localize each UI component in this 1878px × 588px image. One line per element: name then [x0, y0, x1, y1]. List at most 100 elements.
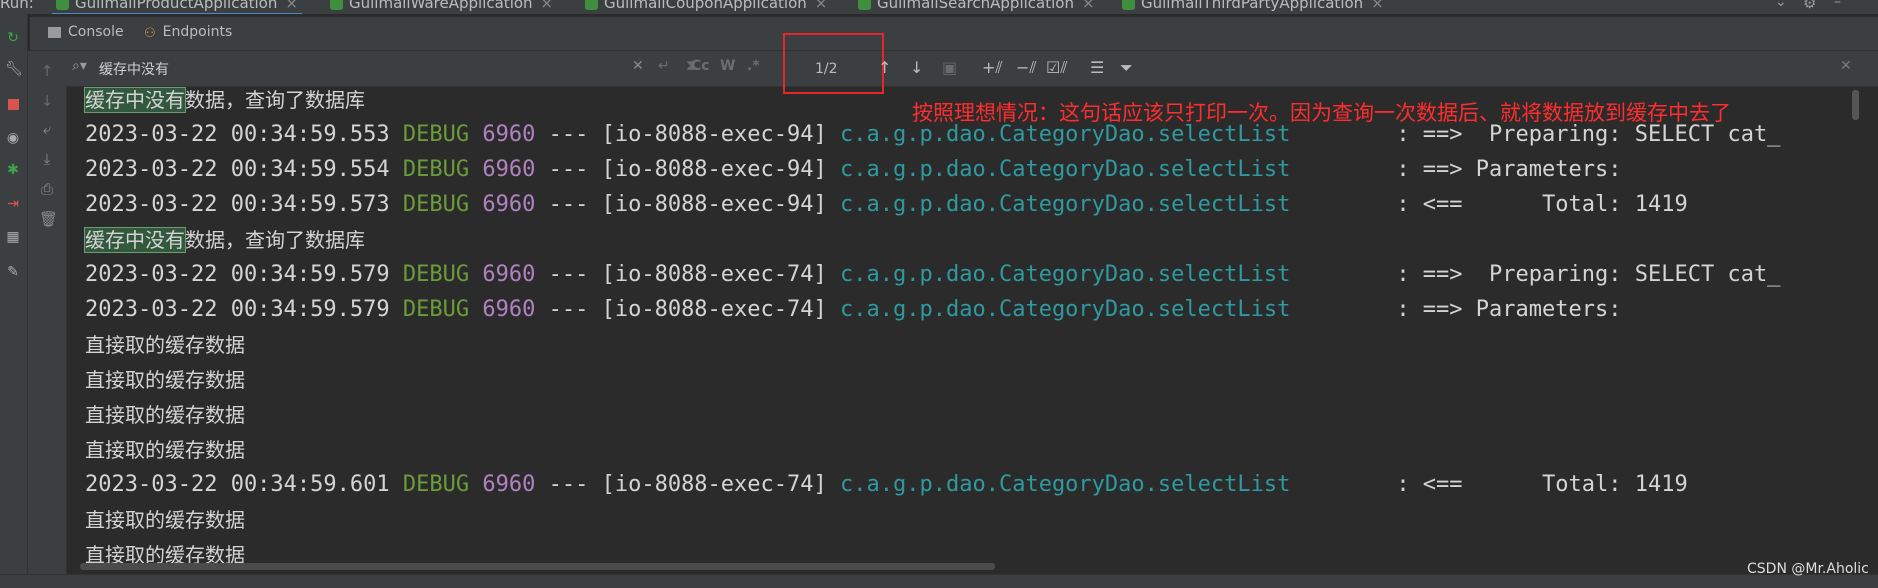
close-icon[interactable]: ×: [815, 0, 828, 12]
run-tab-search[interactable]: GulimallSearchApplication ×: [858, 0, 1095, 14]
close-icon[interactable]: ×: [1371, 0, 1384, 12]
vertical-scrollbar[interactable]: [1850, 87, 1878, 572]
arrow-up-icon[interactable]: ↑: [39, 63, 55, 79]
filter-lines-icon[interactable]: ☰: [1090, 58, 1104, 77]
search-input[interactable]: ⌕▾ 缓存中没有 ✕ ↵ ⧗: [66, 51, 716, 86]
regex-toggle[interactable]: .*: [747, 58, 760, 74]
close-search-icon[interactable]: ✕: [1840, 58, 1852, 74]
log-level: DEBUG: [402, 157, 470, 182]
log-timestamp: 2023-03-22 00:34:59.573: [85, 192, 390, 217]
newline-icon[interactable]: ↵: [658, 58, 670, 74]
log-text: 数据，查询了数据库: [185, 228, 365, 252]
log-line: 直接取的缓存数据: [85, 330, 245, 360]
log-message: : ==> Parameters:: [1290, 297, 1622, 322]
log-timestamp: 2023-03-22 00:34:59.579: [85, 297, 390, 322]
spring-app-icon: [1122, 0, 1135, 10]
spring-app-icon: [330, 0, 343, 10]
log-timestamp: 2023-03-22 00:34:59.579: [85, 262, 390, 287]
log-timestamp: 2023-03-22 00:34:59.553: [85, 122, 390, 147]
log-message: : ==> Parameters:: [1290, 157, 1622, 182]
log-line: 2023-03-22 00:34:59.573 DEBUG 6960 --- […: [85, 190, 1688, 220]
log-line: 直接取的缓存数据: [85, 365, 245, 395]
stop-icon[interactable]: [5, 98, 21, 114]
log-level: DEBUG: [402, 122, 470, 147]
trash-icon[interactable]: 🗑︎: [39, 211, 58, 227]
wrench-icon[interactable]: 🔧︎: [5, 61, 23, 77]
rerun-icon[interactable]: ↻: [5, 30, 21, 46]
search-match-highlight: 缓存中没有: [84, 87, 186, 113]
log-level: DEBUG: [402, 297, 470, 322]
tab-console[interactable]: Console: [48, 24, 124, 40]
minimize-icon[interactable]: –: [1834, 0, 1841, 10]
exit-icon[interactable]: ⇥: [5, 196, 21, 212]
log-message: : <== Total: 1419: [1290, 192, 1688, 217]
gear-icon[interactable]: ⚙: [1803, 0, 1816, 12]
run-toolbar-left: ↻ 🔧︎ ◉ ✱ ⇥ ▦ ✎: [0, 14, 28, 587]
pin-icon[interactable]: ✎: [5, 264, 21, 280]
vertical-scroll-thumb[interactable]: [1852, 90, 1859, 120]
log-text: 直接取的缓存数据: [85, 403, 245, 427]
tab-endpoints[interactable]: ⚇ Endpoints: [144, 24, 233, 41]
chevron-down-icon[interactable]: ⌄: [1775, 0, 1787, 10]
layout-icon[interactable]: ▦: [5, 229, 21, 245]
log-text: 数据，查询了数据库: [185, 88, 365, 112]
log-level: DEBUG: [402, 472, 470, 497]
horizontal-scroll-thumb[interactable]: [80, 563, 995, 570]
search-icon: ⌕▾: [72, 58, 87, 74]
next-match-icon[interactable]: ↓: [910, 58, 923, 77]
log-text: 直接取的缓存数据: [85, 333, 245, 357]
spring-app-icon: [858, 0, 871, 10]
log-separator: ---: [535, 192, 602, 217]
close-icon[interactable]: ×: [1082, 0, 1095, 12]
log-timestamp: 2023-03-22 00:34:59.554: [85, 157, 390, 182]
log-level: DEBUG: [402, 192, 470, 217]
select-pattern-icon[interactable]: ☑⫽: [1046, 58, 1067, 78]
log-thread: [io-8088-exec-74]: [601, 297, 827, 322]
log-line: 缓存中没有数据，查询了数据库: [84, 225, 365, 255]
log-thread: [io-8088-exec-94]: [601, 192, 827, 217]
previous-match-icon[interactable]: ↑: [878, 58, 891, 77]
match-case-toggle[interactable]: Cc: [691, 58, 710, 74]
log-message: : <== Total: 1419: [1290, 472, 1688, 497]
soft-wrap-icon[interactable]: ⤶: [39, 121, 55, 137]
console-gutter: ↑ ↓ ⤶ ⤓ ⎙ 🗑︎: [28, 51, 67, 587]
log-line: 2023-03-22 00:34:59.554 DEBUG 6960 --- […: [85, 155, 1622, 185]
debug-bug-icon[interactable]: ✱: [5, 162, 21, 178]
status-bar: [0, 574, 1878, 588]
log-line: 缓存中没有数据，查询了数据库: [84, 87, 365, 115]
log-line: 直接取的缓存数据: [85, 505, 245, 535]
spring-app-icon: [585, 0, 598, 10]
console-icon: [48, 26, 61, 38]
console-output[interactable]: 缓存中没有数据，查询了数据库 2023-03-22 00:34:59.553 DE…: [67, 87, 1850, 572]
log-logger: c.a.g.p.dao.CategoryDao.selectList: [840, 472, 1291, 497]
add-pattern-icon[interactable]: +⫽: [982, 58, 1003, 78]
print-icon[interactable]: ⎙: [39, 181, 55, 197]
filter-icon[interactable]: ⏷: [1120, 58, 1133, 78]
run-tab-product[interactable]: GulimallProductApplication ×: [52, 0, 302, 14]
log-line: 2023-03-22 00:34:59.601 DEBUG 6960 --- […: [85, 470, 1688, 500]
close-icon[interactable]: ×: [285, 0, 298, 12]
run-tab-strip: Run: GulimallProductApplication × Gulimal…: [0, 0, 1878, 14]
log-line: 2023-03-22 00:34:59.579 DEBUG 6960 --- […: [85, 295, 1622, 325]
tab-console-label: Console: [68, 24, 124, 40]
clear-icon[interactable]: ✕: [632, 58, 644, 74]
select-all-occurrences-icon[interactable]: ▣: [942, 58, 957, 77]
log-level: DEBUG: [402, 262, 470, 287]
camera-icon[interactable]: ◉: [5, 130, 21, 146]
arrow-down-icon[interactable]: ↓: [39, 93, 55, 109]
run-tab-thirdparty[interactable]: GulimallThirdPartyApplication ×: [1122, 0, 1384, 14]
log-logger: c.a.g.p.dao.CategoryDao.selectList: [840, 192, 1291, 217]
tab-endpoints-label: Endpoints: [162, 24, 233, 40]
log-timestamp: 2023-03-22 00:34:59.601: [85, 472, 390, 497]
console-subtabs: Console ⚇ Endpoints: [30, 17, 1878, 51]
words-toggle[interactable]: W: [720, 58, 735, 74]
log-logger: c.a.g.p.dao.CategoryDao.selectList: [840, 297, 1291, 322]
run-tab-ware[interactable]: GulimallWareApplication ×: [330, 0, 553, 14]
run-tab-coupon[interactable]: GulimallCouponApplication ×: [585, 0, 827, 14]
log-logger: c.a.g.p.dao.CategoryDao.selectList: [840, 262, 1291, 287]
close-icon[interactable]: ×: [541, 0, 554, 12]
scroll-to-end-icon[interactable]: ⤓: [39, 151, 55, 167]
remove-pattern-icon[interactable]: −⫽: [1016, 58, 1037, 78]
search-match-highlight: 缓存中没有: [84, 227, 186, 253]
annotation-box: [783, 33, 884, 94]
